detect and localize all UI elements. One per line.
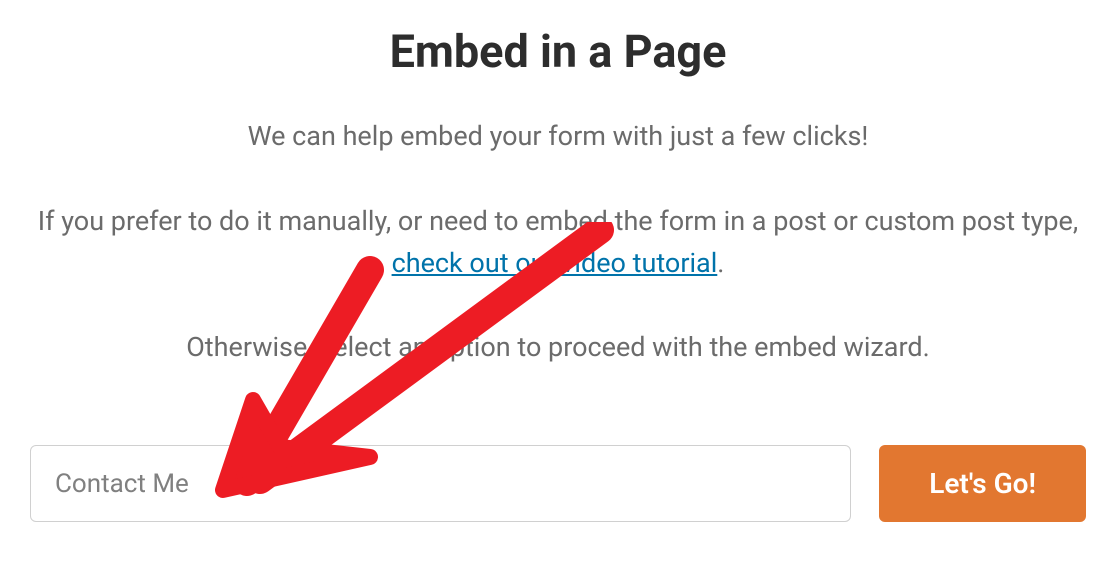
description-text-before: If you prefer to do it manually, or need…: [38, 205, 1078, 237]
modal-title: Embed in a Page: [390, 25, 727, 78]
modal-instruction: Otherwise, select an option to proceed w…: [186, 329, 930, 367]
modal-description: If you prefer to do it manually, or need…: [30, 201, 1086, 285]
page-name-input[interactable]: [30, 445, 851, 522]
video-tutorial-link[interactable]: check out our video tutorial: [392, 247, 718, 279]
modal-subtitle: We can help embed your form with just a …: [248, 118, 869, 156]
lets-go-button[interactable]: Let's Go!: [879, 445, 1086, 522]
embed-form-row: Let's Go!: [30, 445, 1086, 522]
description-text-after: .: [717, 247, 724, 279]
